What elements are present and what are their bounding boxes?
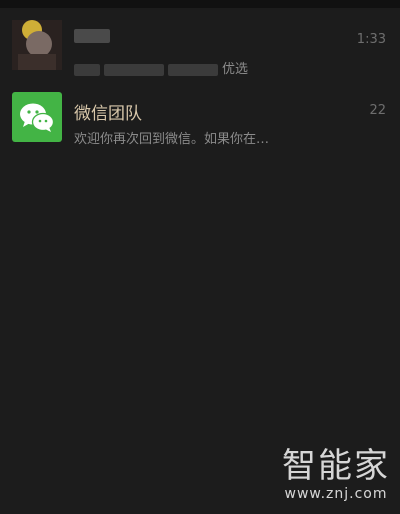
watermark: 智能家 www.znj.com	[282, 446, 390, 502]
chat-preview: 欢迎你再次回到微信。如果你在…	[74, 132, 270, 147]
chat-preview: 优选	[74, 58, 248, 77]
chat-time: 22	[369, 103, 386, 118]
watermark-url: www.znj.com	[284, 486, 388, 502]
chat-name	[74, 29, 110, 43]
status-bar	[0, 0, 400, 8]
avatar-photo-icon	[12, 20, 62, 70]
wechat-logo-icon	[20, 103, 55, 132]
watermark-title: 智能家	[282, 446, 390, 486]
avatar	[12, 20, 62, 70]
preview-text: 优选	[222, 62, 249, 77]
chat-name: 微信团队	[74, 104, 142, 124]
avatar	[12, 92, 62, 142]
chat-time: 1:33	[356, 32, 386, 47]
